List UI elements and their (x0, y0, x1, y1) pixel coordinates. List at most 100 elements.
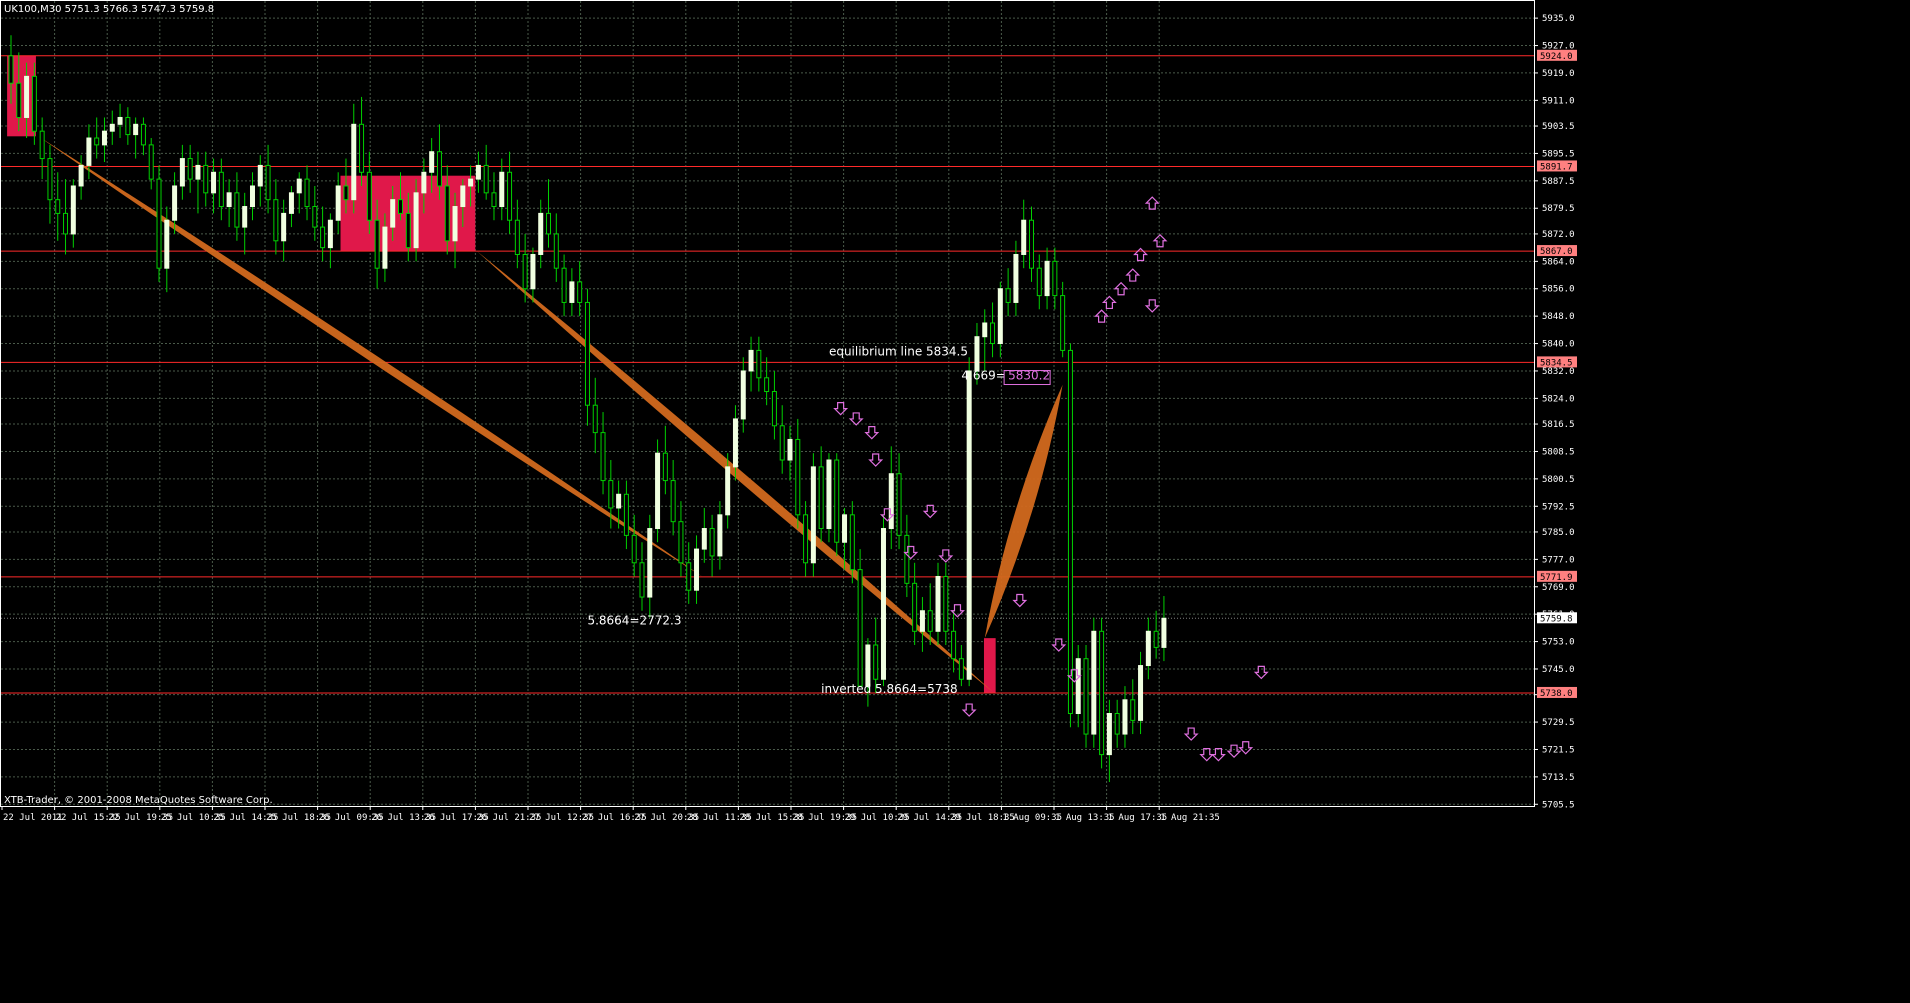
candle-body (164, 219, 170, 269)
candle[interactable] (1099, 617, 1105, 769)
candle-body (655, 452, 661, 530)
candle-body (943, 575, 949, 632)
symbol-header: UK100,M30 5751.3 5766.3 5747.3 5759.8 (4, 4, 214, 15)
price-tag-label: 5834.5 (1540, 358, 1573, 368)
candle-body (1075, 658, 1081, 715)
candle-body (842, 514, 848, 543)
candle-body (522, 253, 528, 290)
candle[interactable] (584, 288, 590, 426)
candle-body (47, 158, 53, 201)
candle-body (1052, 260, 1058, 297)
y-tick-label: 5856.0 (1542, 285, 1575, 295)
candle-body (694, 548, 700, 591)
candle-body (172, 185, 178, 221)
y-tick-label: 5705.5 (1542, 800, 1575, 810)
candle-body (468, 178, 474, 187)
candle[interactable] (156, 165, 162, 282)
candle-body (390, 199, 396, 228)
candle-body (327, 219, 333, 249)
y-tick-label: 5903.5 (1542, 122, 1575, 132)
candle-body (616, 493, 622, 509)
candle-body (795, 438, 801, 516)
y-tick-label: 5729.5 (1542, 718, 1575, 728)
annotation-label: 5.8664=2772.3 (587, 613, 681, 627)
candle-body (374, 219, 380, 269)
candle-body (748, 349, 754, 372)
candle-body (553, 233, 559, 269)
candle[interactable] (810, 453, 816, 577)
candle[interactable] (834, 453, 840, 556)
y-tick-label: 5832.0 (1542, 367, 1575, 377)
candle-body (997, 288, 1003, 345)
candle[interactable] (966, 357, 972, 687)
candle[interactable] (826, 453, 832, 543)
candle-body (1013, 253, 1019, 303)
annotation-label: 5830.2 (1008, 369, 1050, 383)
candle-body (818, 466, 824, 530)
candle-body (312, 206, 318, 228)
candle-body (55, 199, 61, 214)
candle-body (584, 301, 590, 406)
y-tick-label: 5887.5 (1542, 177, 1575, 187)
candle-body (958, 658, 964, 680)
candle-body (779, 425, 785, 461)
candle-body (725, 466, 731, 516)
candle-body (1005, 288, 1011, 303)
candle-body (904, 534, 910, 584)
candle-body (951, 630, 957, 660)
candle-body (530, 253, 536, 290)
x-tick-label: 1 Aug 21:35 (1160, 813, 1220, 823)
candle-body (382, 226, 388, 269)
candle-body (86, 137, 92, 166)
price-tag-label: 5738.0 (1540, 689, 1573, 699)
candle-body (1106, 713, 1112, 756)
candle-body (873, 644, 879, 680)
candle[interactable] (880, 514, 886, 687)
candle-body (608, 480, 614, 509)
candle-body (935, 575, 941, 632)
candle-body (211, 171, 217, 194)
candle-body (133, 123, 139, 136)
price-chart[interactable]: equilibrium line 5834.5 4.669= 5830.2 5.866… (0, 0, 1910, 1003)
candle-body (592, 404, 598, 434)
candle[interactable] (655, 439, 661, 543)
candle-body (740, 370, 746, 420)
candle-body (1021, 219, 1027, 255)
candle-body (429, 151, 435, 173)
candle-body (359, 123, 365, 173)
y-tick-label: 5919.0 (1542, 69, 1575, 79)
candle-body (320, 226, 326, 249)
candle[interactable] (1083, 645, 1089, 748)
candle-body (78, 164, 84, 187)
y-tick-label: 5800.5 (1542, 475, 1575, 485)
candle[interactable] (1091, 617, 1097, 748)
candle-body (1122, 699, 1128, 735)
y-tick-label: 5840.0 (1542, 340, 1575, 350)
y-tick-label: 5745.0 (1542, 665, 1575, 675)
candle-body (351, 123, 357, 201)
price-tag-label: 5771.9 (1540, 573, 1573, 583)
chart-background (0, 0, 1910, 1003)
y-tick-label: 5769.0 (1542, 583, 1575, 593)
candle-body (577, 281, 583, 303)
candle-body (148, 144, 154, 180)
candle-body (600, 432, 606, 482)
x-tick-label: 1 Aug 09:35 (1002, 813, 1062, 823)
candle-body (1060, 295, 1066, 351)
candle-body (810, 466, 816, 564)
candle-body (826, 459, 832, 530)
candle-body (140, 123, 146, 146)
candle-body (623, 493, 629, 536)
candle-body (514, 219, 520, 255)
y-tick-label: 5872.0 (1542, 230, 1575, 240)
candle-body (366, 171, 372, 221)
price-tag-label: 5891.7 (1540, 162, 1573, 172)
candle-body (265, 164, 271, 201)
candle[interactable] (857, 549, 863, 687)
candle-body (927, 610, 933, 632)
candle-body (662, 452, 668, 482)
candle-body (218, 171, 224, 208)
candle-body (631, 534, 637, 564)
annotation-label: 4.669= (961, 369, 1005, 383)
candle-body (398, 199, 403, 214)
